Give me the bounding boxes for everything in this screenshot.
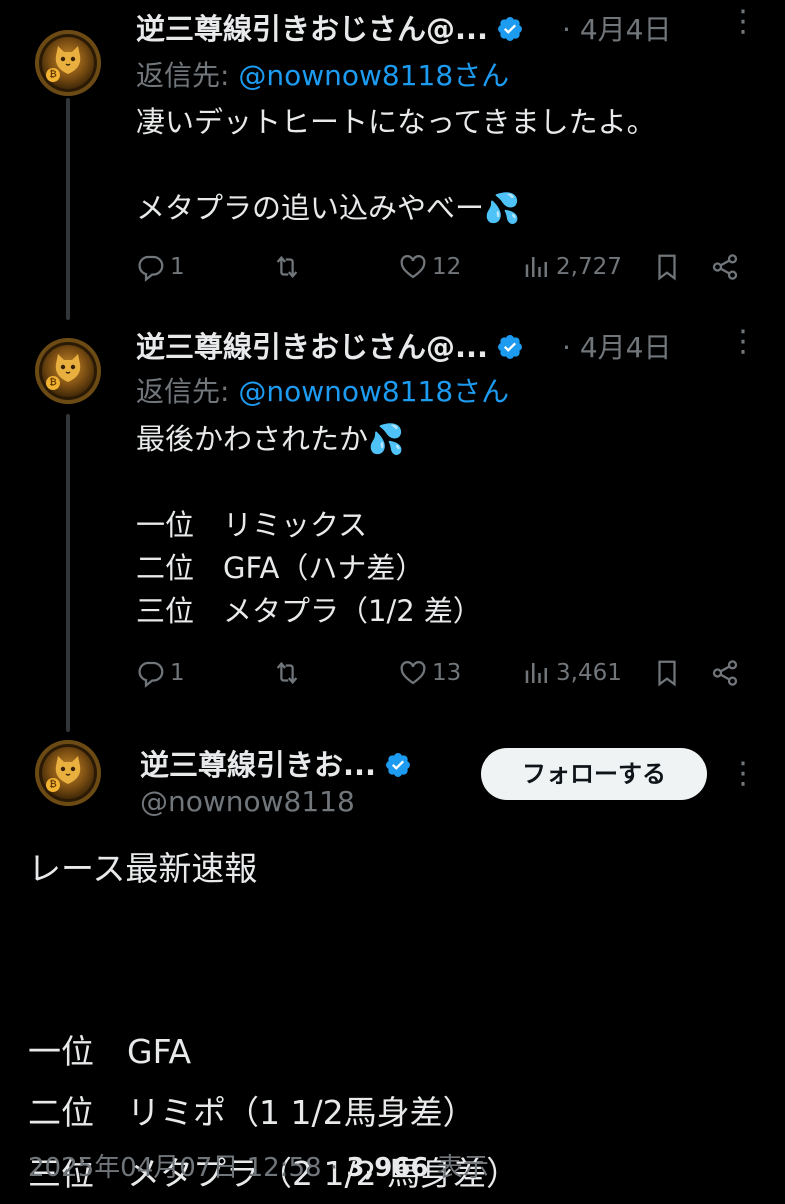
verified-badge-icon	[498, 17, 523, 41]
reply-icon	[138, 255, 164, 282]
reply-button[interactable]: 1	[136, 249, 185, 285]
like-button[interactable]: 12	[398, 249, 461, 285]
separator-dot: ·	[329, 1153, 339, 1183]
bitcoin-icon: ₿	[46, 68, 60, 82]
verified-badge-icon	[386, 753, 411, 777]
like-icon	[400, 661, 426, 685]
reply-to-handle[interactable]: @nownow8118さん	[238, 375, 509, 408]
more-options-icon[interactable]: ⋮	[728, 4, 758, 39]
views-icon	[525, 663, 547, 683]
bookmark-icon	[658, 660, 676, 687]
tweet-text: 最後かわされたか💦 一位 リミックス 二位 GFA（ハナ差） 三位 メタプラ（1…	[136, 422, 482, 628]
bitcoin-icon: ₿	[46, 778, 60, 792]
verified-badge-icon	[498, 335, 523, 359]
share-icon	[712, 660, 738, 686]
author-name[interactable]: 逆三尊線引きおじさん@...	[136, 330, 488, 364]
reply-count: 1	[170, 660, 185, 686]
retweet-icon	[276, 255, 298, 279]
like-button[interactable]: 13	[398, 655, 461, 691]
like-icon	[400, 255, 426, 279]
separator-dot: ·	[562, 331, 571, 364]
separator-dot: ·	[562, 13, 571, 46]
retweet-button[interactable]	[272, 249, 306, 285]
views-button[interactable]: 2,727	[522, 249, 622, 285]
retweet-icon	[276, 661, 298, 685]
share-button[interactable]	[710, 655, 740, 691]
tweet-date[interactable]: 4月4日	[580, 13, 672, 46]
tweet-date[interactable]: 4月4日	[580, 331, 672, 364]
action-bar: 1 13 3,461	[136, 655, 746, 691]
views-count: 3,966	[346, 1153, 429, 1183]
retweet-button[interactable]	[272, 655, 306, 691]
avatar[interactable]: ₿	[35, 740, 101, 806]
views-icon	[525, 257, 547, 277]
views-label: 表示	[436, 1153, 489, 1183]
views-count: 3,461	[556, 660, 622, 686]
views-count: 2,727	[556, 254, 622, 280]
reply-to-label: 返信先:	[136, 375, 230, 408]
more-options-icon[interactable]: ⋮	[728, 756, 758, 791]
author-name[interactable]: 逆三尊線引きお...	[140, 748, 376, 782]
reply-button[interactable]: 1	[136, 655, 185, 691]
like-count: 13	[432, 660, 462, 686]
like-count: 12	[432, 254, 462, 280]
bookmark-icon	[658, 254, 676, 281]
tweet-text: 凄いデットヒートになってきましたよ。 メタプラの追い込みやべー💦	[136, 105, 656, 225]
bookmark-button[interactable]	[652, 249, 682, 285]
bitcoin-icon: ₿	[46, 376, 60, 390]
reply-count: 1	[170, 254, 185, 280]
follow-button[interactable]: フォローする	[481, 748, 707, 800]
reply-to-label: 返信先:	[136, 59, 230, 92]
thread-line	[66, 98, 70, 320]
views-button[interactable]: 3,461	[522, 655, 622, 691]
author-handle[interactable]: @nownow8118	[140, 785, 355, 818]
avatar[interactable]: ₿	[35, 30, 101, 96]
bookmark-button[interactable]	[652, 655, 682, 691]
reply-icon	[138, 661, 164, 688]
author-name[interactable]: 逆三尊線引きおじさん@...	[136, 12, 488, 46]
share-icon	[712, 254, 738, 280]
reply-to-handle[interactable]: @nownow8118さん	[238, 59, 509, 92]
tweet-timestamp[interactable]: 2025年04月07日 12:58	[28, 1153, 322, 1183]
avatar[interactable]: ₿	[35, 338, 101, 404]
thread-line	[66, 414, 70, 732]
more-options-icon[interactable]: ⋮	[728, 324, 758, 359]
share-button[interactable]	[710, 249, 740, 285]
action-bar: 1 12 2,727	[136, 249, 746, 285]
